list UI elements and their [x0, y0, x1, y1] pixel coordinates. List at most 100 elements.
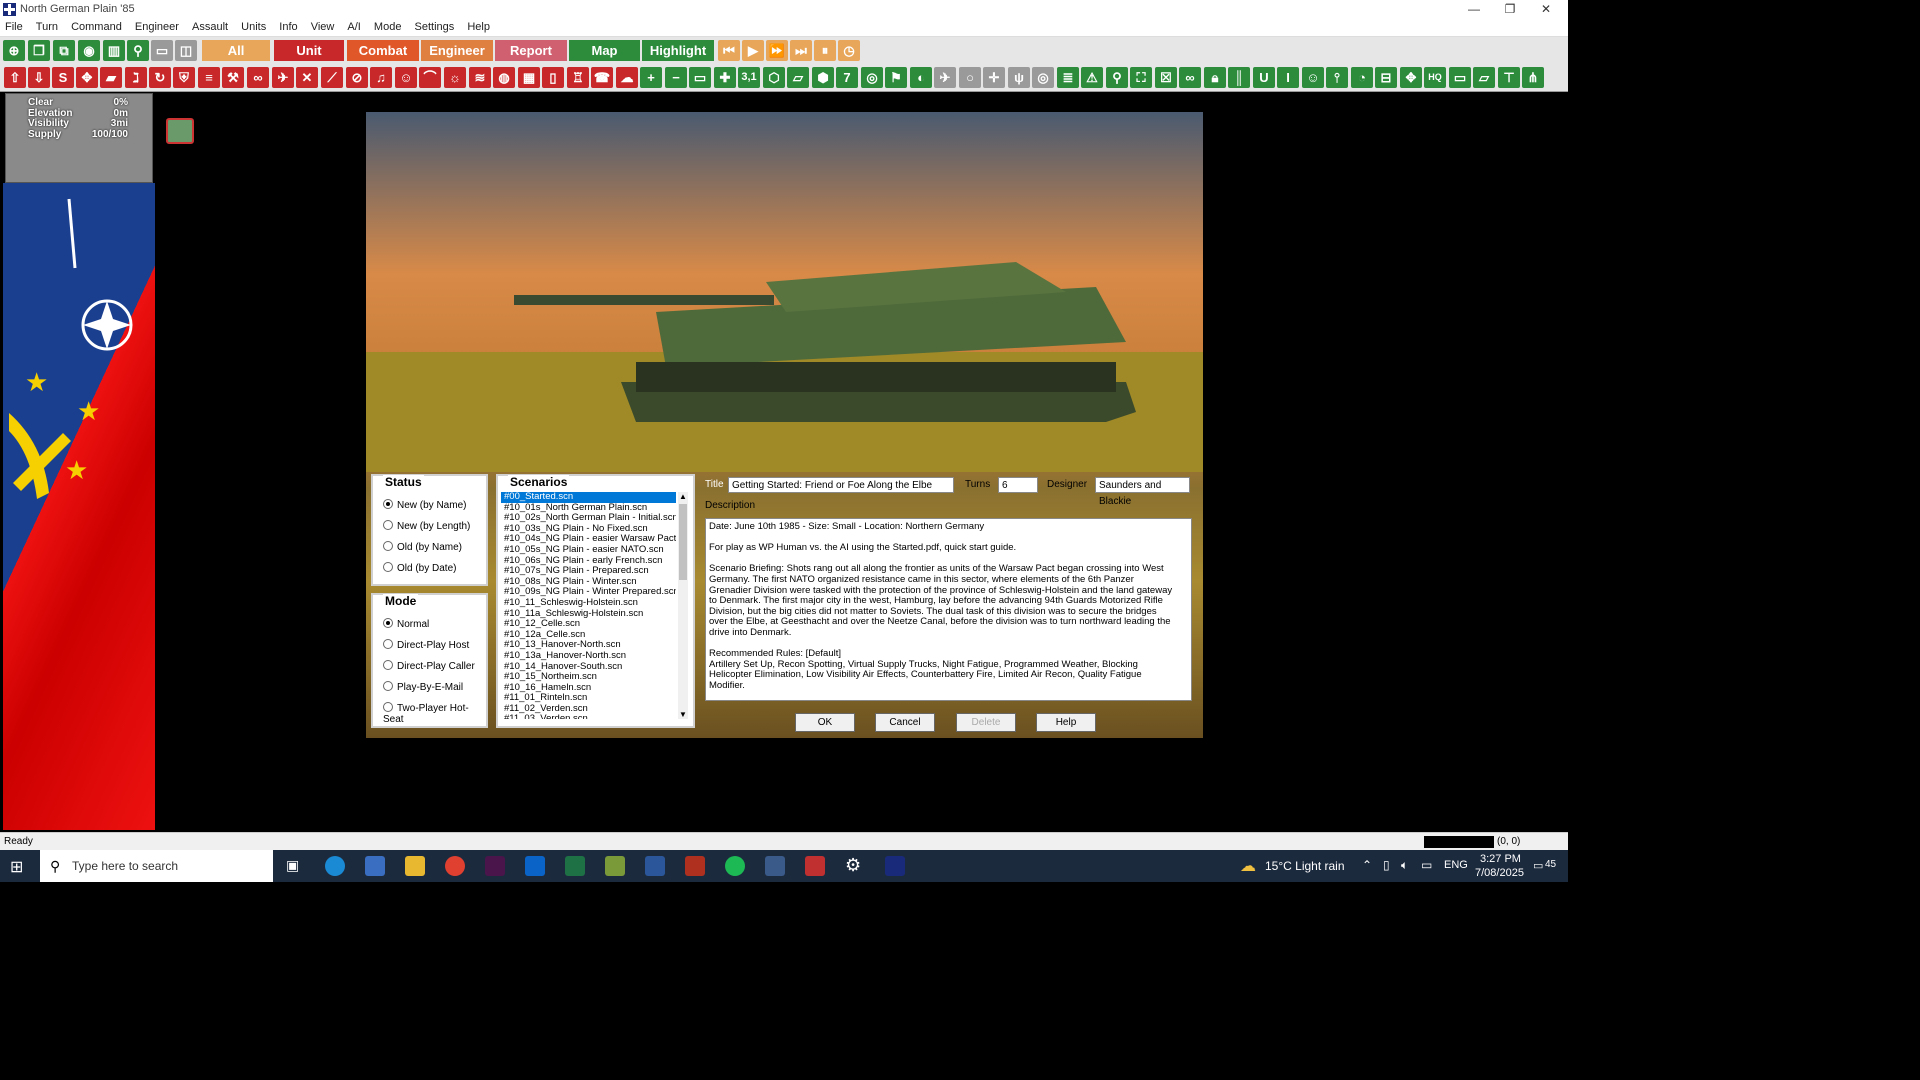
search-icon[interactable]: ⚲ [1106, 67, 1128, 88]
s-icon[interactable]: S [52, 67, 74, 88]
tool-icon[interactable]: ⚒ [222, 67, 244, 88]
clock-time[interactable]: 3:27 PM [1480, 853, 1521, 865]
scroll-up-icon[interactable]: ▲ [678, 492, 688, 501]
rewind-icon[interactable]: ⏮ [718, 40, 740, 61]
scenario-list-item[interactable]: #10_12a_Celle.scn [501, 630, 676, 641]
phone-icon[interactable]: ☎ [591, 67, 613, 88]
radio-dot[interactable] [383, 660, 393, 671]
notifications-icon[interactable]: ▭ [1533, 859, 1543, 872]
cloud-icon[interactable]: ☁ [616, 67, 638, 88]
chrome-icon[interactable] [445, 856, 465, 876]
slack-icon[interactable] [485, 856, 505, 876]
scenario-list-item[interactable]: #10_12_Celle.scn [501, 619, 676, 630]
radio-dot[interactable] [383, 702, 393, 713]
hq-icon[interactable]: HQ [1424, 67, 1446, 88]
crosshair-icon[interactable]: ⊕ [3, 40, 25, 61]
expand-icon[interactable]: ⛶ [1130, 67, 1152, 88]
radio-dot[interactable] [383, 639, 393, 650]
taskbar-search-box[interactable]: ⚲ Type here to search [40, 850, 273, 882]
excel-icon[interactable] [565, 856, 585, 876]
slash-box-icon[interactable]: ▱ [1473, 67, 1495, 88]
spotify-icon[interactable] [725, 856, 745, 876]
title-field[interactable]: Getting Started: Friend or Foe Along the… [728, 477, 954, 493]
refresh-icon[interactable]: ↻ [149, 67, 171, 88]
plane-gray-icon[interactable]: ✈ [934, 67, 956, 88]
hierarchy-icon[interactable]: ⋔ [1522, 67, 1544, 88]
monitor-icon[interactable]: ▭ [689, 67, 711, 88]
eagle-icon[interactable]: ✥ [1400, 67, 1422, 88]
weather-text[interactable]: 15°C Light rain [1265, 859, 1345, 873]
soldier-icon[interactable]: ℷ [125, 67, 147, 88]
menu-assault[interactable]: Assault [187, 19, 233, 36]
rect-icon[interactable]: ▭ [1449, 67, 1471, 88]
scenario-list[interactable]: #00_Started.scn #10_01s_North German Plai… [501, 492, 677, 719]
sun-icon[interactable]: ☼ [444, 67, 466, 88]
scenario-list-item[interactable]: #10_11a_Schleswig-Holstein.scn [501, 609, 676, 620]
chain-icon[interactable]: ∞ [1179, 67, 1201, 88]
radio-dot[interactable] [383, 618, 393, 629]
bell-icon[interactable]: ♫ [370, 67, 392, 88]
tab-unit[interactable]: Unit [274, 40, 344, 61]
menu-view[interactable]: View [306, 19, 340, 36]
face-icon[interactable]: ☺ [395, 67, 417, 88]
menu-command[interactable]: Command [66, 19, 127, 36]
download-icon[interactable]: ⇩ [28, 67, 50, 88]
scenario-list-item[interactable]: #10_15_Northeim.scn [501, 672, 676, 683]
eye-icon[interactable]: ◉ [78, 40, 100, 61]
target-icon[interactable]: ◎ [861, 67, 883, 88]
scenario-list-item[interactable]: #10_16_Hameln.scn [501, 683, 676, 694]
radio-dot[interactable] [383, 541, 393, 552]
ring-icon[interactable]: ○ [959, 67, 981, 88]
skip-end-icon[interactable]: ⏭ [790, 40, 812, 61]
map-icon[interactable]: ▥ [103, 40, 125, 61]
radio-dot[interactable] [383, 499, 393, 510]
clock-icon[interactable]: ◷ [838, 40, 860, 61]
scenario-list-item[interactable]: #10_02s_North German Plain - Initial.scn [501, 513, 676, 524]
scenario-list-item[interactable]: #10_01s_North German Plain.scn [501, 503, 676, 514]
menu-mode[interactable]: Mode [369, 19, 407, 36]
description-text[interactable]: Date: June 10th 1985 - Size: Small - Loc… [705, 518, 1192, 701]
scenario-list-item[interactable]: #10_03s_NG Plain - No Fixed.scn [501, 524, 676, 535]
pause-icon[interactable]: ⏸ [814, 40, 836, 61]
clock-date[interactable]: 7/08/2025 [1475, 867, 1524, 879]
ok-button[interactable]: OK [795, 713, 855, 732]
menu-help[interactable]: Help [462, 19, 495, 36]
tab-combat[interactable]: Combat [347, 40, 419, 61]
radio-dot[interactable] [383, 681, 393, 692]
u-icon[interactable]: U [1253, 67, 1275, 88]
volume-icon[interactable]: 🔈︎ [1401, 858, 1408, 873]
outlook-icon[interactable] [525, 856, 545, 876]
scenario-list-item[interactable]: #10_09s_NG Plain - Winter Prepared.scn [501, 587, 676, 598]
menu-settings[interactable]: Settings [410, 19, 460, 36]
scenario-list-item[interactable]: #00_Started.scn [501, 492, 676, 503]
menu-ai[interactable]: A/I [342, 19, 365, 36]
list-icon[interactable]: ≡ [198, 67, 220, 88]
menu-engineer[interactable]: Engineer [130, 19, 184, 36]
unit-icon[interactable]: ▦ [518, 67, 540, 88]
cross-icon[interactable]: ✕ [296, 67, 318, 88]
hex-icon[interactable]: ⬡ [763, 67, 785, 88]
tab-all[interactable]: All [202, 40, 270, 61]
aircraft-icon[interactable]: ✈ [272, 67, 294, 88]
app-blue-icon[interactable] [765, 856, 785, 876]
scenario-list-scrollbar[interactable]: ▲ ▼ [678, 492, 688, 719]
tank-icon[interactable]: ▰ [100, 67, 122, 88]
terrain-icon[interactable]: ▱ [787, 67, 809, 88]
pin-icon[interactable]: ✚ [714, 67, 736, 88]
task-view-icon[interactable]: ▣ [286, 857, 299, 874]
menu-units[interactable]: Units [236, 19, 271, 36]
artillery-icon[interactable]: ⟋ [321, 67, 343, 88]
menu-turn[interactable]: Turn [31, 19, 63, 36]
overlap-icon[interactable]: ⧉ [53, 40, 75, 61]
unit-counter[interactable] [166, 118, 194, 144]
warning-icon[interactable]: ⚠ [1081, 67, 1103, 88]
layers-icon[interactable]: ≣ [1057, 67, 1079, 88]
zoom-level[interactable]: 3,1 [738, 67, 760, 88]
display-icon[interactable]: ▭ [1421, 858, 1432, 872]
dial-icon[interactable]: ◎ [1032, 67, 1054, 88]
menu-file[interactable]: File [0, 19, 28, 36]
tab-engineer[interactable]: Engineer [421, 40, 493, 61]
binoculars-icon[interactable]: ∞ [247, 67, 269, 88]
unit-symbol-icon[interactable]: ✥ [76, 67, 98, 88]
menu-info[interactable]: Info [274, 19, 302, 36]
